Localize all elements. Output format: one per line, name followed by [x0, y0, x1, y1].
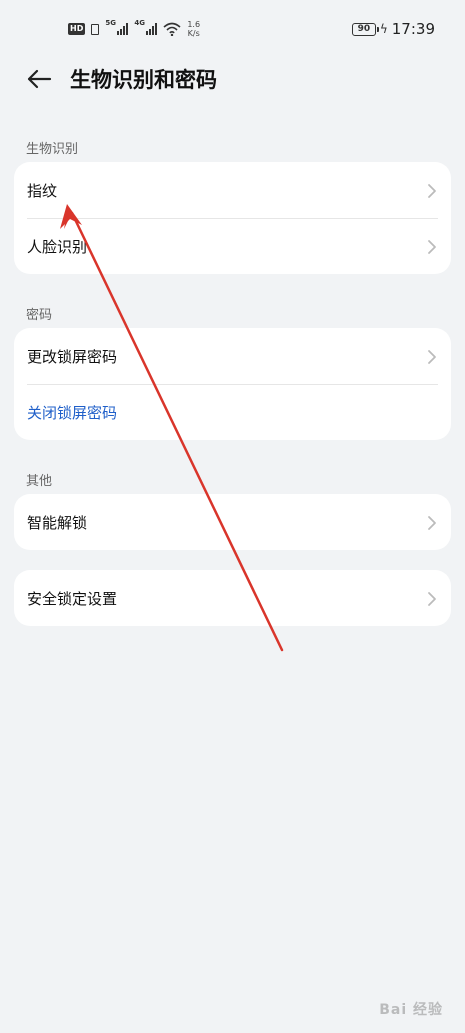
section-label-other: 其他 [26, 474, 53, 489]
status-time: 17:39 [391, 20, 435, 38]
row-security-lock-settings[interactable]: 安全锁定设置 [14, 570, 451, 626]
signal-4g-icon: 4G [134, 19, 158, 35]
settings-page: HD 5G 4G 1.6 K/s 90 ϟ 17:39 生物识别和密码 生物识别… [0, 0, 465, 1033]
chevron-right-icon [428, 240, 436, 254]
row-disable-lock-password[interactable]: 关闭锁屏密码 [14, 384, 451, 440]
chevron-right-icon [428, 350, 436, 364]
signal-5g-tag: 5G [105, 19, 116, 27]
signal-5g-icon: 5G [105, 19, 129, 35]
section-label-biometric: 生物识别 [26, 142, 79, 157]
row-label-face-recognition: 人脸识别 [27, 237, 88, 256]
chevron-right-icon [428, 592, 436, 606]
card-biometric: 指纹 人脸识别 [14, 162, 451, 274]
battery-level: 90 [357, 23, 371, 34]
network-speed-value: 1.6 [187, 20, 201, 29]
chevron-right-icon [428, 516, 436, 530]
battery-icon: 90 [351, 22, 379, 36]
wifi-icon [163, 22, 181, 36]
row-face-recognition[interactable]: 人脸识别 [14, 218, 451, 274]
network-speed: 1.6 K/s [187, 20, 200, 38]
watermark: Bai 经验 [379, 1002, 443, 1018]
page-header: 生物识别和密码 [0, 58, 465, 102]
hd-icon: HD [68, 23, 86, 35]
status-left: HD 5G 4G 1.6 K/s [68, 19, 200, 38]
signal-4g-tag: 4G [134, 19, 145, 27]
page-title: 生物识别和密码 [70, 68, 217, 92]
row-fingerprint[interactable]: 指纹 [14, 162, 451, 218]
sim-card-icon [91, 23, 100, 35]
network-speed-unit: K/s [187, 29, 200, 38]
charging-icon: ϟ [379, 22, 388, 36]
section-label-password: 密码 [26, 308, 53, 323]
chevron-right-icon [428, 184, 436, 198]
row-label-disable-lock-password: 关闭锁屏密码 [27, 403, 118, 422]
row-change-lock-password[interactable]: 更改锁屏密码 [14, 328, 451, 384]
row-label-security-lock-settings: 安全锁定设置 [27, 589, 118, 608]
status-right: 90 ϟ 17:39 [351, 20, 435, 38]
row-label-fingerprint: 指纹 [27, 181, 58, 200]
back-arrow-icon[interactable] [26, 68, 52, 90]
row-smart-unlock[interactable]: 智能解锁 [14, 494, 451, 550]
card-other: 智能解锁 [14, 494, 451, 550]
card-security-lock: 安全锁定设置 [14, 570, 451, 626]
card-password: 更改锁屏密码 关闭锁屏密码 [14, 328, 451, 440]
row-label-change-lock-password: 更改锁屏密码 [27, 347, 118, 366]
status-bar: HD 5G 4G 1.6 K/s 90 ϟ 17:39 [0, 0, 465, 60]
row-label-smart-unlock: 智能解锁 [27, 513, 88, 532]
